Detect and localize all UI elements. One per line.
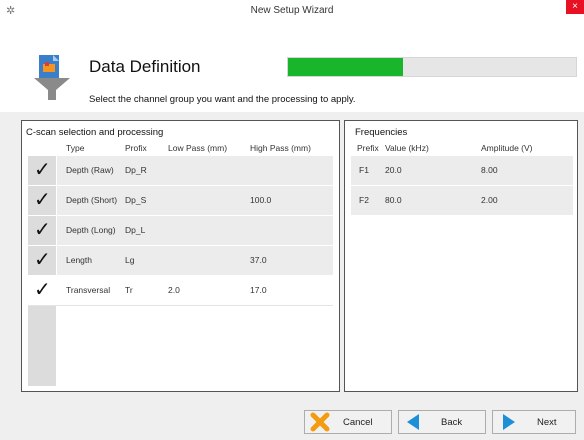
checkmark-icon: ✓ xyxy=(34,279,51,301)
cscan-group-title: C-scan selection and processing xyxy=(26,127,164,138)
row-prefix: F1 xyxy=(359,165,369,175)
back-button[interactable]: Back xyxy=(398,410,486,434)
row-checkbox[interactable]: ✓ xyxy=(28,216,57,245)
row-prefix: Lg xyxy=(125,255,135,265)
frequencies-table-header: Prefix Value (kHz) Amplitude (V) xyxy=(351,141,573,156)
column-prefix: Prefix xyxy=(357,143,379,153)
table-row[interactable]: F2 80.0 2.00 xyxy=(351,186,573,216)
row-value[interactable]: 20.0 xyxy=(385,156,402,185)
row-type: Depth (Short) xyxy=(66,195,118,205)
row-checkbox[interactable]: ✓ xyxy=(28,156,57,185)
wizard-header: Data Definition Select the channel group… xyxy=(0,22,584,112)
row-checkbox[interactable]: ✓ xyxy=(28,246,57,275)
table-row[interactable]: ✓ Depth (Raw) Dp_R xyxy=(28,156,333,186)
row-type: Transversal xyxy=(66,285,111,295)
column-amplitude: Amplitude (V) xyxy=(481,143,533,153)
next-label: Next xyxy=(537,417,557,428)
frequencies-group-title: Frequencies xyxy=(355,127,408,138)
cscan-table-header: Type Profix Low Pass (mm) High Pass (mm) xyxy=(28,141,333,156)
progress-bar xyxy=(287,57,577,77)
checkbox-column-filler xyxy=(28,306,56,386)
row-prefix: Dp_R xyxy=(125,165,147,175)
checkmark-icon: ✓ xyxy=(34,249,51,271)
page-title: Data Definition xyxy=(89,57,201,76)
row-checkbox[interactable]: ✓ xyxy=(28,186,57,215)
title-bar: ✲ New Setup Wizard × xyxy=(0,0,584,23)
cscan-table: Type Profix Low Pass (mm) High Pass (mm)… xyxy=(28,141,333,386)
table-row[interactable]: ✓ Depth (Short) Dp_S 100.0 xyxy=(28,186,333,216)
row-checkbox[interactable]: ✓ xyxy=(28,276,57,305)
next-arrow-icon xyxy=(503,414,515,430)
row-prefix: Dp_L xyxy=(125,225,146,235)
cancel-label: Cancel xyxy=(343,417,373,428)
checkmark-icon: ✓ xyxy=(34,219,51,241)
row-type: Depth (Raw) xyxy=(66,165,114,175)
funnel-icon xyxy=(34,55,70,100)
frequencies-table: Prefix Value (kHz) Amplitude (V) F1 20.0… xyxy=(351,141,573,386)
next-button[interactable]: Next xyxy=(492,410,576,434)
window-title: New Setup Wizard xyxy=(250,5,334,16)
close-button[interactable]: × xyxy=(566,0,584,14)
cscan-group: C-scan selection and processing Type Pro… xyxy=(21,120,340,392)
row-amplitude[interactable]: 8.00 xyxy=(481,156,498,185)
row-amplitude[interactable]: 2.00 xyxy=(481,186,498,215)
back-label: Back xyxy=(441,417,463,428)
table-row[interactable]: F1 20.0 8.00 xyxy=(351,156,573,186)
row-prefix: F2 xyxy=(359,195,369,205)
row-prefix: Dp_S xyxy=(125,195,147,205)
row-high-pass[interactable]: 37.0 xyxy=(250,246,267,275)
column-type: Type xyxy=(66,143,85,153)
row-high-pass[interactable]: 17.0 xyxy=(250,276,267,305)
column-low-pass: Low Pass (mm) xyxy=(168,143,228,153)
column-high-pass: High Pass (mm) xyxy=(250,143,311,153)
table-row[interactable]: ✓ Length Lg 37.0 xyxy=(28,246,333,276)
wizard-footer: Cancel Back Next xyxy=(0,402,584,440)
row-type: Length xyxy=(66,255,92,265)
row-low-pass[interactable]: 2.0 xyxy=(168,276,180,305)
cancel-icon xyxy=(310,412,330,432)
column-value: Value (kHz) xyxy=(385,143,429,153)
row-high-pass[interactable]: 100.0 xyxy=(250,186,271,215)
checkmark-icon: ✓ xyxy=(34,189,51,211)
row-prefix: Tr xyxy=(125,285,133,295)
back-arrow-icon xyxy=(407,414,419,430)
progress-fill xyxy=(288,58,404,76)
cancel-button[interactable]: Cancel xyxy=(304,410,392,434)
checkmark-icon: ✓ xyxy=(34,159,51,181)
frequencies-group: Frequencies Prefix Value (kHz) Amplitude… xyxy=(344,120,578,392)
column-profix: Profix xyxy=(125,143,147,153)
table-row[interactable]: ✓ Depth (Long) Dp_L xyxy=(28,216,333,246)
row-type: Depth (Long) xyxy=(66,225,116,235)
page-subtitle: Select the channel group you want and th… xyxy=(89,94,356,105)
row-value[interactable]: 80.0 xyxy=(385,186,402,215)
table-row[interactable]: ✓ Transversal Tr 2.0 17.0 xyxy=(28,276,333,306)
wizard-content: C-scan selection and processing Type Pro… xyxy=(0,112,584,402)
